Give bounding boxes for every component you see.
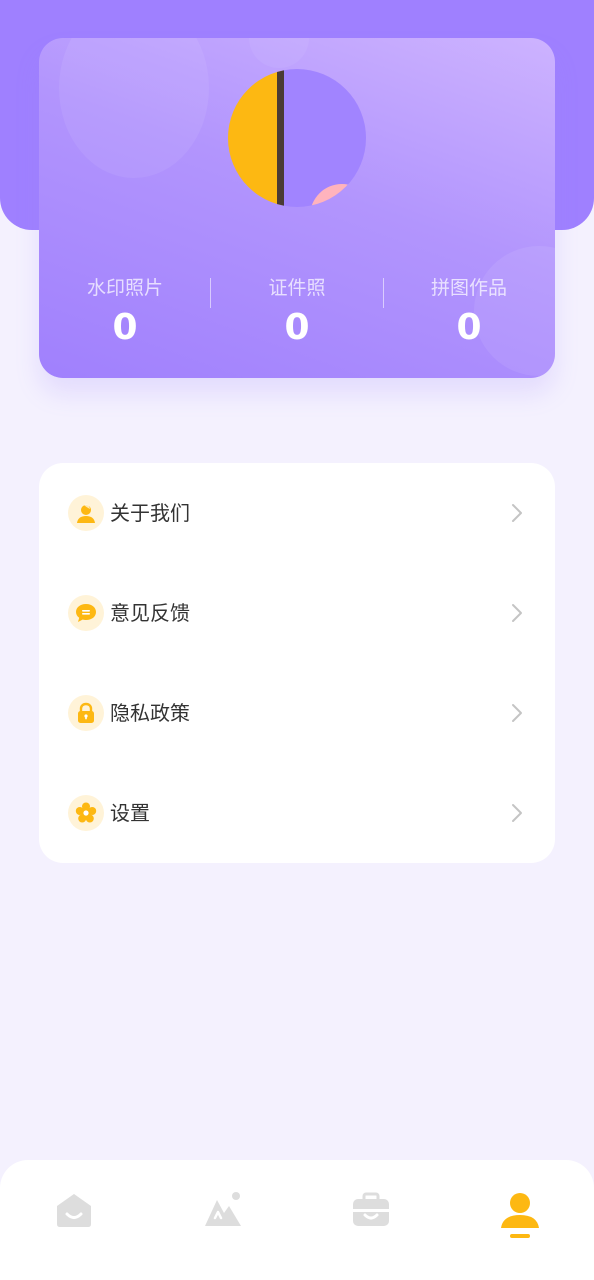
- menu-item-label: 意见反馈: [110, 601, 190, 625]
- lock-icon: [68, 695, 104, 731]
- stat-divider: [210, 278, 211, 308]
- stat-divider: [383, 278, 384, 308]
- bottom-tab-bar: [0, 1160, 594, 1280]
- stat-value: 0: [284, 307, 310, 348]
- settings-flower-icon: [68, 795, 104, 831]
- tab-home[interactable]: [49, 1190, 99, 1250]
- menu-item-label: 关于我们: [110, 501, 190, 525]
- decorative-circle: [59, 38, 209, 178]
- stat-label: 拼图作品: [430, 277, 507, 299]
- gallery-icon: [205, 1192, 241, 1226]
- about-user-icon: [68, 495, 104, 531]
- toolbox-icon: [353, 1192, 389, 1226]
- menu-item-settings[interactable]: 设置: [39, 763, 555, 863]
- menu-item-label: 设置: [110, 801, 150, 825]
- tab-toolbox[interactable]: [346, 1190, 396, 1250]
- stat-id-photos[interactable]: 证件照 0: [211, 274, 383, 350]
- menu-card: 关于我们 意见反馈 隐私政策 设置: [39, 463, 555, 863]
- chevron-right-icon: [512, 604, 522, 622]
- stat-watermark-photos[interactable]: 水印照片 0: [39, 274, 211, 350]
- profile-page: 水印照片 0 证件照 0 拼图作品 0 关于我们 意见反馈 隐私政策 设置: [0, 0, 594, 1280]
- tab-profile[interactable]: [495, 1190, 545, 1250]
- menu-item-privacy-policy[interactable]: 隐私政策: [39, 663, 555, 763]
- tab-gallery[interactable]: [198, 1190, 248, 1250]
- stat-value: 0: [456, 307, 482, 348]
- home-icon: [57, 1194, 91, 1227]
- chevron-right-icon: [512, 704, 522, 722]
- chevron-right-icon: [512, 804, 522, 822]
- menu-item-about-us[interactable]: 关于我们: [39, 463, 555, 563]
- stat-collage-works[interactable]: 拼图作品 0: [383, 274, 555, 350]
- avatar[interactable]: [227, 68, 367, 208]
- profile-card: 水印照片 0 证件照 0 拼图作品 0: [39, 38, 555, 378]
- stats-row: 水印照片 0 证件照 0 拼图作品 0: [39, 274, 555, 354]
- active-tab-indicator: [510, 1234, 530, 1238]
- avatar-logo-icon: [228, 69, 366, 207]
- menu-item-label: 隐私政策: [110, 701, 190, 725]
- stat-label: 证件照: [268, 277, 326, 299]
- chevron-right-icon: [512, 504, 522, 522]
- stat-value: 0: [112, 307, 138, 348]
- decorative-circle: [249, 38, 309, 68]
- stat-label: 水印照片: [86, 277, 163, 299]
- feedback-chat-icon: [68, 595, 104, 631]
- menu-item-feedback[interactable]: 意见反馈: [39, 563, 555, 663]
- profile-icon: [501, 1193, 539, 1228]
